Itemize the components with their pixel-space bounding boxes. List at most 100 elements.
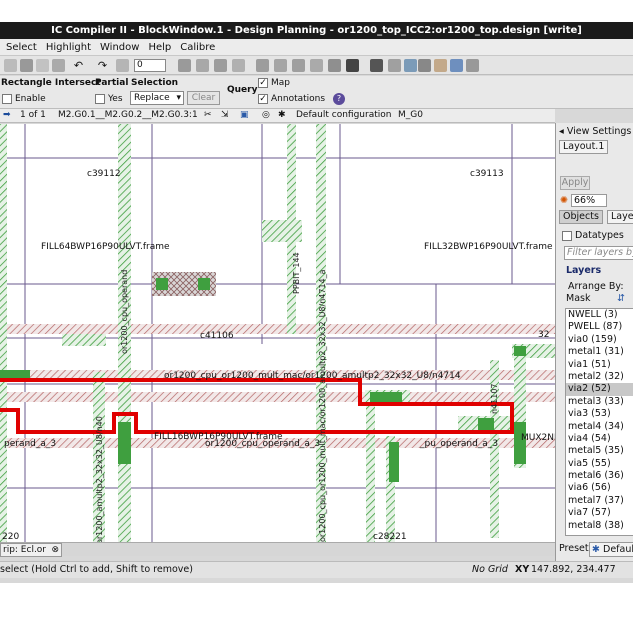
align-center-icon[interactable]: [196, 59, 209, 72]
menu-highlight[interactable]: Highlight: [46, 42, 91, 53]
grid-icon[interactable]: [404, 59, 417, 72]
menu-select[interactable]: Select: [6, 42, 37, 53]
wrench-icon[interactable]: ✱: [278, 110, 286, 120]
highlighted-net[interactable]: [0, 378, 514, 434]
play-icon[interactable]: ➡: [3, 110, 11, 120]
view-settings-header[interactable]: ◂ View Settings: [559, 126, 631, 137]
color-icon[interactable]: [434, 59, 447, 72]
settings-icon[interactable]: [466, 59, 479, 72]
layer-item[interactable]: metal6 (36): [566, 470, 633, 482]
cell-label-mux: MUX2NI: [521, 433, 555, 443]
help-icon[interactable]: ?: [333, 93, 345, 105]
layout-tab[interactable]: Layout.1: [559, 140, 609, 154]
book-icon[interactable]: ▣: [240, 110, 249, 120]
distribute-icon[interactable]: [256, 59, 269, 72]
layer-item[interactable]: PWELL (87): [566, 321, 633, 333]
annotations-checkbox-box[interactable]: ✓: [258, 94, 268, 104]
layer-item-selected[interactable]: via2 (52): [566, 383, 633, 396]
zoom-level-field[interactable]: 0: [134, 59, 166, 72]
align-right-icon[interactable]: [214, 59, 227, 72]
pan-tool-icon[interactable]: [36, 59, 49, 72]
layer-item[interactable]: metal7 (37): [566, 495, 633, 507]
globe-icon[interactable]: ◎: [262, 110, 270, 120]
filter-layers-input[interactable]: Filter layers by: [564, 246, 633, 260]
map-checkbox[interactable]: ✓ Map: [258, 78, 290, 88]
layers-list[interactable]: NWELL (3) PWELL (87) via0 (159) metal1 (…: [565, 308, 633, 536]
layer-item[interactable]: via3 (53): [566, 408, 633, 420]
map-checkbox-box[interactable]: ✓: [258, 78, 268, 88]
rotate-icon[interactable]: [292, 59, 305, 72]
partial-yes-box[interactable]: [95, 94, 105, 104]
stack-icon[interactable]: [328, 59, 341, 72]
default-preset-button[interactable]: ✱ Default: [589, 542, 633, 557]
undo-icon[interactable]: ↶: [72, 59, 85, 72]
layout-drawing[interactable]: c39112 c39113 FILL64BWP16P90ULVT.frame F…: [0, 124, 555, 542]
config-label: M_G0: [398, 110, 423, 120]
ruler-tool-icon[interactable]: [52, 59, 65, 72]
via-pad[interactable]: [478, 418, 494, 430]
collapse-icon[interactable]: ◂: [559, 126, 564, 137]
layer-item[interactable]: metal8 (38): [566, 520, 633, 532]
close-icon[interactable]: ⊗: [51, 544, 59, 556]
layer-item[interactable]: via5 (55): [566, 458, 633, 470]
annotations-checkbox[interactable]: ✓ Annotations: [258, 94, 325, 104]
via-pad[interactable]: [514, 422, 526, 464]
block-shape[interactable]: [62, 334, 106, 346]
via-pad[interactable]: [389, 442, 399, 482]
probe-icon[interactable]: [370, 59, 383, 72]
via-pad[interactable]: [514, 346, 526, 356]
via-pad[interactable]: [118, 422, 131, 464]
selection-mode-select[interactable]: Replace ▾: [130, 91, 184, 105]
layer-item[interactable]: via6 (56): [566, 482, 633, 494]
layer-item[interactable]: NWELL (3): [566, 309, 633, 321]
layer-item[interactable]: metal3 (33): [566, 396, 633, 408]
zoom-tool-icon[interactable]: [20, 59, 33, 72]
clear-button[interactable]: Clear: [187, 91, 220, 105]
zoom-percent-select[interactable]: 66%: [571, 194, 607, 207]
layout-canvas[interactable]: c39112 c39113 FILL64BWP16P90ULVT.frame F…: [0, 124, 555, 542]
layer-icon[interactable]: [346, 59, 359, 72]
objects-tab[interactable]: Objects: [559, 210, 603, 224]
layer-item[interactable]: metal1 (31): [566, 346, 633, 358]
datatypes-box[interactable]: [562, 230, 572, 241]
align-top-icon[interactable]: [232, 59, 245, 72]
snap-icon[interactable]: [418, 59, 431, 72]
block-shape[interactable]: [262, 220, 302, 242]
layer-item[interactable]: via7 (57): [566, 507, 633, 519]
view-icon[interactable]: [450, 59, 463, 72]
layer-item[interactable]: via4 (54): [566, 433, 633, 445]
enable-checkbox-box[interactable]: [2, 94, 12, 104]
layer-item[interactable]: metal4 (34): [566, 421, 633, 433]
layer-item[interactable]: metal5 (35): [566, 445, 633, 457]
enable-checkbox[interactable]: Enable: [2, 94, 46, 104]
tools-icon[interactable]: ✂: [204, 110, 212, 120]
menu-help[interactable]: Help: [148, 42, 171, 53]
layer-item[interactable]: via1 (51): [566, 359, 633, 371]
layers-tab[interactable]: Layers: [607, 210, 633, 224]
redo-icon[interactable]: ↷: [96, 59, 109, 72]
console-tab[interactable]: rip: Ecl.or ⊗: [0, 543, 62, 557]
menu-calibre[interactable]: Calibre: [180, 42, 215, 53]
flip-icon[interactable]: [274, 59, 287, 72]
layer-item[interactable]: via0 (159): [566, 334, 633, 346]
move-icon[interactable]: [310, 59, 323, 72]
via-pad[interactable]: [370, 392, 402, 402]
select-tool-icon[interactable]: [4, 59, 17, 72]
align-left-icon[interactable]: [178, 59, 191, 72]
rail-shape[interactable]: [0, 324, 555, 334]
rail-shape[interactable]: [0, 392, 555, 402]
layer-item[interactable]: metal2 (32): [566, 371, 633, 383]
wire-shape[interactable]: [0, 124, 7, 542]
menu-window[interactable]: Window: [100, 42, 139, 53]
datatypes-checkbox[interactable]: Datatypes: [562, 230, 624, 241]
apply-button[interactable]: Apply: [560, 176, 590, 190]
zoom-fit-icon[interactable]: [116, 59, 129, 72]
via-pad[interactable]: [156, 278, 168, 290]
partial-yes-checkbox[interactable]: Yes: [95, 94, 123, 104]
cursor-icon[interactable]: ⇲: [221, 110, 229, 120]
sort-icon[interactable]: ⇵: [617, 293, 625, 304]
hierarchy-icon[interactable]: [388, 59, 401, 72]
wire-shape[interactable]: [366, 394, 375, 542]
mask-column-header[interactable]: Mask: [566, 293, 590, 304]
via-pad[interactable]: [198, 278, 210, 290]
